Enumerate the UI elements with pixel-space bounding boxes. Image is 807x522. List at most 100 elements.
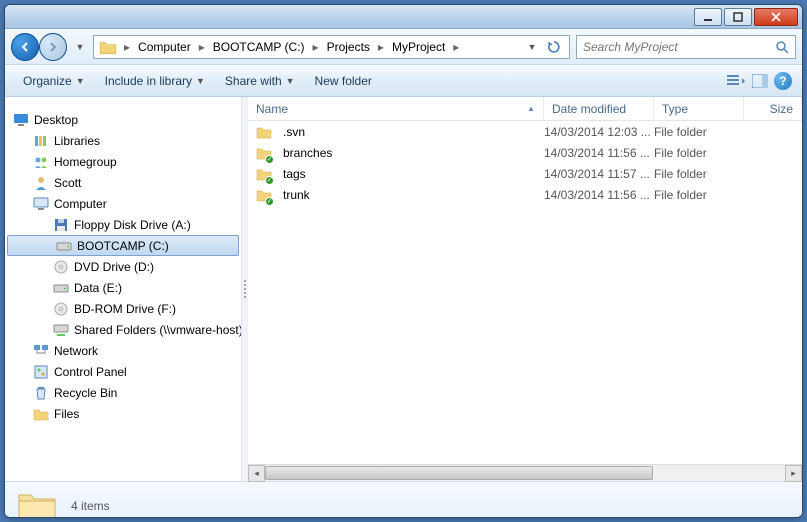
help-button[interactable]: ?: [774, 72, 792, 90]
maximize-button[interactable]: [724, 8, 752, 26]
drive-icon: [53, 280, 69, 296]
tree-data[interactable]: Data (E:): [5, 277, 241, 298]
tree-recycle-bin[interactable]: Recycle Bin: [5, 382, 241, 403]
folder-icon: [99, 38, 117, 56]
folder-large-icon: [17, 489, 57, 519]
column-size[interactable]: Size: [744, 97, 802, 120]
column-label: Date modified: [552, 102, 626, 116]
refresh-button[interactable]: [545, 38, 563, 56]
nav-history-dropdown[interactable]: ▼: [73, 33, 87, 61]
tree-bootcamp[interactable]: BOOTCAMP (C:): [7, 235, 239, 256]
libraries-icon: [33, 133, 49, 149]
share-with-button[interactable]: Share with▼: [217, 70, 303, 92]
breadcrumb-separator-icon[interactable]: ▸: [195, 40, 209, 54]
scroll-thumb[interactable]: [265, 466, 653, 480]
tree-label: BD-ROM Drive (F:): [74, 302, 176, 316]
breadcrumb-projects[interactable]: Projects: [323, 36, 374, 58]
computer-icon: [33, 196, 49, 212]
tree-dvd[interactable]: DVD Drive (D:): [5, 256, 241, 277]
tree-label: Data (E:): [74, 281, 122, 295]
new-folder-button[interactable]: New folder: [307, 70, 380, 92]
file-date: 14/03/2014 11:56 ...: [544, 146, 654, 160]
horizontal-scrollbar[interactable]: ◂ ▸: [248, 464, 802, 481]
breadcrumb-drive[interactable]: BOOTCAMP (C:): [209, 36, 309, 58]
command-bar: Organize▼ Include in library▼ Share with…: [5, 65, 802, 97]
disc-icon: [53, 301, 69, 317]
minimize-button[interactable]: [694, 8, 722, 26]
preview-pane-button[interactable]: [750, 71, 770, 91]
details-pane: 4 items: [5, 481, 802, 518]
explorer-window: ▼ ▸ Computer ▸ BOOTCAMP (C:) ▸ Projects …: [4, 4, 803, 518]
include-in-library-button[interactable]: Include in library▼: [97, 70, 213, 92]
file-rows[interactable]: .svn14/03/2014 12:03 ...File folderbranc…: [248, 121, 802, 464]
search-input[interactable]: [583, 40, 775, 54]
title-bar: [5, 5, 802, 29]
control-panel-icon: [33, 364, 49, 380]
network-drive-icon: [53, 322, 69, 338]
close-button[interactable]: [754, 8, 798, 26]
column-date[interactable]: Date modified: [544, 97, 654, 120]
breadcrumb-separator-icon[interactable]: ▸: [120, 40, 134, 54]
folder-icon: [256, 124, 272, 140]
tree-label: Shared Folders (\\vmware-host): [74, 323, 242, 337]
file-row[interactable]: branches 14/03/2014 11:56 ...File folder: [248, 142, 802, 163]
tree-control-panel[interactable]: Control Panel: [5, 361, 241, 382]
status-text: 4 items: [71, 499, 110, 513]
tree-floppy[interactable]: Floppy Disk Drive (A:): [5, 214, 241, 235]
tree-label: Files: [54, 407, 79, 421]
forward-button[interactable]: [39, 33, 67, 61]
column-label: Size: [770, 102, 793, 116]
tree-network[interactable]: Network: [5, 340, 241, 361]
include-label: Include in library: [105, 74, 192, 88]
tree-homegroup[interactable]: Homegroup: [5, 151, 241, 172]
scroll-left-button[interactable]: ◂: [248, 465, 265, 482]
share-label: Share with: [225, 74, 282, 88]
tree-bdrom[interactable]: BD-ROM Drive (F:): [5, 298, 241, 319]
file-type: File folder: [654, 146, 744, 160]
file-row[interactable]: tags14/03/2014 11:57 ...File folder: [248, 163, 802, 184]
file-type: File folder: [654, 188, 744, 202]
file-row[interactable]: .svn14/03/2014 12:03 ...File folder: [248, 121, 802, 142]
tree-label: Control Panel: [54, 365, 127, 379]
newfolder-label: New folder: [315, 74, 372, 88]
tree-computer[interactable]: Computer: [5, 193, 241, 214]
file-date: 14/03/2014 11:57 ...: [544, 167, 654, 181]
file-name: trunk: [283, 188, 310, 202]
tree-desktop[interactable]: Desktop: [5, 109, 241, 130]
tree-user[interactable]: Scott: [5, 172, 241, 193]
file-name: branches: [283, 146, 332, 160]
organize-label: Organize: [23, 74, 72, 88]
tree-label: Computer: [54, 197, 107, 211]
tree-shared-folders[interactable]: Shared Folders (\\vmware-host): [5, 319, 241, 340]
scroll-right-button[interactable]: ▸: [785, 465, 802, 482]
breadcrumb-separator-icon[interactable]: ▸: [309, 40, 323, 54]
breadcrumb-separator-icon[interactable]: ▸: [449, 40, 463, 54]
disc-icon: [53, 259, 69, 275]
breadcrumb-computer[interactable]: Computer: [134, 36, 195, 58]
breadcrumb-myproject[interactable]: MyProject: [388, 36, 449, 58]
homegroup-icon: [33, 154, 49, 170]
tree-label: Homegroup: [54, 155, 117, 169]
organize-button[interactable]: Organize▼: [15, 70, 93, 92]
address-bar[interactable]: ▸ Computer ▸ BOOTCAMP (C:) ▸ Projects ▸ …: [93, 35, 570, 59]
file-row[interactable]: trunk14/03/2014 11:56 ...File folder: [248, 184, 802, 205]
breadcrumb-separator-icon[interactable]: ▸: [374, 40, 388, 54]
file-date: 14/03/2014 12:03 ...: [544, 125, 654, 139]
column-name[interactable]: Name ▲: [248, 97, 544, 120]
svn-ok-overlay-icon: [265, 197, 274, 206]
tree-label: Scott: [54, 176, 81, 190]
view-options-button[interactable]: [726, 71, 746, 91]
back-button[interactable]: [11, 33, 39, 61]
navigation-bar: ▼ ▸ Computer ▸ BOOTCAMP (C:) ▸ Projects …: [5, 29, 802, 65]
file-list: Name ▲ Date modified Type Size .svn14/03…: [248, 97, 802, 481]
tree-label: BOOTCAMP (C:): [77, 239, 169, 253]
nav-arrows: [11, 33, 67, 61]
column-headers: Name ▲ Date modified Type Size: [248, 97, 802, 121]
search-box[interactable]: [576, 35, 796, 59]
navigation-pane[interactable]: Desktop Libraries Homegroup Scott Comput…: [5, 97, 242, 481]
tree-libraries[interactable]: Libraries: [5, 130, 241, 151]
address-dropdown-icon[interactable]: ▼: [523, 38, 541, 56]
svn-ok-overlay-icon: [265, 155, 274, 164]
column-type[interactable]: Type: [654, 97, 744, 120]
tree-files[interactable]: Files: [5, 403, 241, 424]
